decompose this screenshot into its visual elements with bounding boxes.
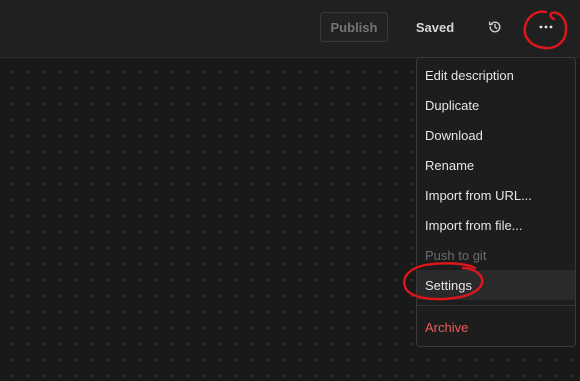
top-toolbar: Publish Saved bbox=[0, 0, 580, 58]
menu-item-settings[interactable]: Settings bbox=[417, 270, 575, 300]
more-options-button[interactable] bbox=[531, 14, 561, 40]
options-dropdown-menu: Edit description Duplicate Download Rena… bbox=[416, 57, 576, 347]
publish-button[interactable]: Publish bbox=[320, 12, 388, 42]
menu-item-import-from-file[interactable]: Import from file... bbox=[417, 210, 575, 240]
app-window: Publish Saved Edit description Duplicate… bbox=[0, 0, 580, 381]
history-button[interactable] bbox=[481, 14, 509, 40]
saved-status: Saved bbox=[415, 19, 455, 35]
history-icon bbox=[488, 21, 501, 33]
more-horizontal-icon bbox=[539, 25, 553, 29]
menu-item-edit-description[interactable]: Edit description bbox=[417, 60, 575, 90]
menu-item-rename[interactable]: Rename bbox=[417, 150, 575, 180]
menu-item-duplicate[interactable]: Duplicate bbox=[417, 90, 575, 120]
menu-item-archive[interactable]: Archive bbox=[417, 312, 575, 342]
menu-item-import-from-url[interactable]: Import from URL... bbox=[417, 180, 575, 210]
menu-divider bbox=[417, 305, 575, 306]
menu-item-push-to-git: Push to git bbox=[425, 247, 487, 263]
menu-item-download[interactable]: Download bbox=[417, 120, 575, 150]
